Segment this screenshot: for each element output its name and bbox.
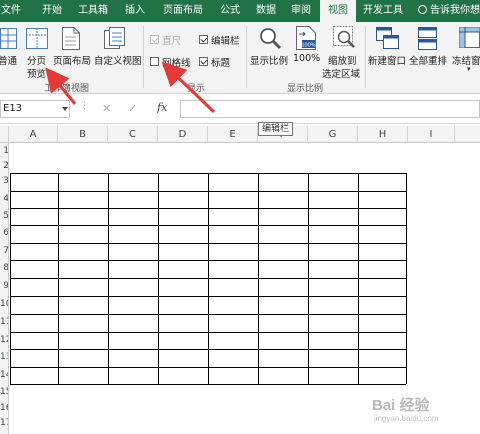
row-heading-7[interactable]: 7 xyxy=(0,246,8,260)
row-heading-13[interactable]: 13 xyxy=(0,352,8,366)
watermark-text: Bai 经验 xyxy=(372,396,431,414)
row-heading-1[interactable]: 1 xyxy=(0,146,8,160)
tab-view[interactable]: 视图 xyxy=(320,0,356,22)
tab-review[interactable]: 审阅 xyxy=(285,0,317,22)
formula-bar-area: E13 ⋮ ✕ ✓ fx xyxy=(0,94,480,124)
row-heading-12[interactable]: 12 xyxy=(0,335,8,349)
gridlines-label: 网格线 xyxy=(162,58,191,69)
ribbon-view: 普通 分页 预览 页面布局 自定义视图 工作簿视图 直尺 编辑栏 网格线 标题 … xyxy=(0,22,480,94)
freeze-panes-button[interactable]: 冻结窗格 xyxy=(452,53,480,67)
arrange-all-icon[interactable] xyxy=(418,27,438,50)
formula-bar-label: 编辑栏 xyxy=(211,36,240,47)
name-box[interactable]: E13 xyxy=(0,100,70,118)
row-heading-9[interactable]: 9 xyxy=(0,281,8,295)
zoom-to-selection-label-1[interactable]: 缩放到 xyxy=(328,53,357,67)
group-label-workbook-views: 工作簿视图 xyxy=(44,84,90,94)
new-window-icon[interactable] xyxy=(376,27,400,50)
normal-view-button[interactable]: 普通 xyxy=(0,53,17,67)
custom-views-button[interactable]: 自定义视图 xyxy=(94,53,142,67)
row-heading-10[interactable]: 10 xyxy=(0,299,8,313)
freeze-panes-dropdown-arrow-icon[interactable]: ▾ xyxy=(467,65,471,73)
insert-function-icon[interactable]: fx xyxy=(157,101,167,114)
custom-views-icon[interactable] xyxy=(104,27,126,50)
ruler-label: 直尺 xyxy=(162,36,182,47)
tab-toolbox[interactable]: 工具箱 xyxy=(73,0,113,22)
ruler-checkbox[interactable] xyxy=(150,35,159,44)
zoom-100-icon[interactable]: 100% xyxy=(296,26,316,50)
watermark-subtext: jingyan.baidu.com xyxy=(373,414,439,423)
enter-icon[interactable]: ✓ xyxy=(128,102,137,115)
formula-input[interactable] xyxy=(180,100,480,118)
column-headings: ABCDEFGHI xyxy=(0,126,480,143)
tab-developer[interactable]: 开发工具 xyxy=(358,0,408,22)
name-box-dropdown-icon[interactable] xyxy=(62,107,68,111)
row-heading-4[interactable]: 4 xyxy=(0,194,8,208)
column-heading-a[interactable]: A xyxy=(9,126,58,143)
select-all-corner[interactable] xyxy=(0,126,9,143)
row-heading-3[interactable]: 3 xyxy=(0,176,8,190)
group-label-show: 显示 xyxy=(187,84,206,94)
column-heading-h[interactable]: H xyxy=(358,126,408,143)
group-separator xyxy=(143,26,144,88)
row-heading-11[interactable]: 11 xyxy=(0,317,8,331)
zoom-100-icon-text: 100% xyxy=(301,43,315,49)
ribbon-tab-bar: 文件 开始 工具箱 插入 页面布局 公式 数据 审阅 视图 开发工具 告诉我你想 xyxy=(0,0,480,22)
row-headings: 1234567891011121314151617 xyxy=(0,143,9,434)
column-heading-e[interactable]: E xyxy=(208,126,258,143)
zoom-to-selection-icon[interactable] xyxy=(333,26,355,50)
normal-view-icon[interactable] xyxy=(0,28,18,50)
row-heading-17[interactable]: 17 xyxy=(0,418,8,432)
page-layout-view-icon[interactable] xyxy=(62,27,80,50)
row-heading-2[interactable]: 2 xyxy=(0,161,8,175)
row-heading-6[interactable]: 6 xyxy=(0,228,8,242)
row-heading-8[interactable]: 8 xyxy=(0,263,8,277)
row-heading-15[interactable]: 15 xyxy=(0,387,8,401)
column-heading-i[interactable]: I xyxy=(408,126,455,143)
tab-home[interactable]: 开始 xyxy=(32,0,72,22)
cancel-icon[interactable]: ✕ xyxy=(102,102,111,115)
gridlines-checkbox[interactable] xyxy=(150,57,159,66)
column-heading-c[interactable]: C xyxy=(108,126,158,143)
row-heading-14[interactable]: 14 xyxy=(0,370,8,384)
freeze-panes-icon[interactable] xyxy=(459,27,480,50)
tell-me-search[interactable]: 告诉我你想 xyxy=(418,0,480,22)
column-heading-b[interactable]: B xyxy=(58,126,108,143)
lightbulb-icon xyxy=(418,5,427,14)
zoom-to-selection-label-2[interactable]: 选定区域 xyxy=(322,66,360,80)
page-layout-view-button[interactable]: 页面布局 xyxy=(53,53,91,67)
magnifier-icon[interactable] xyxy=(259,27,281,50)
baidu-watermark-logo: Bai 经验 jingyan.baidu.com xyxy=(372,396,439,423)
worksheet-cells[interactable] xyxy=(10,143,480,434)
headings-label: 标题 xyxy=(211,58,231,69)
tab-formulas[interactable]: 公式 xyxy=(212,0,248,22)
tooltip-formula-bar: 编辑栏 xyxy=(258,122,294,136)
tell-me-label: 告诉我你想 xyxy=(430,5,480,16)
tab-insert[interactable]: 插入 xyxy=(118,0,152,22)
tab-data[interactable]: 数据 xyxy=(250,0,282,22)
page-break-preview-label-2[interactable]: 预览 xyxy=(27,66,46,80)
zoom-100-button[interactable]: 100% xyxy=(293,53,320,64)
arrange-all-button[interactable]: 全部重排 xyxy=(409,53,447,67)
page-break-preview-label-1[interactable]: 分页 xyxy=(27,53,46,67)
group-label-zoom: 显示比例 xyxy=(287,84,324,94)
new-window-button[interactable]: 新建窗口 xyxy=(368,53,406,67)
page-break-preview-icon[interactable] xyxy=(26,28,48,50)
tab-page-layout[interactable]: 页面布局 xyxy=(157,0,209,22)
zoom-button[interactable]: 显示比例 xyxy=(250,53,288,67)
headings-checkbox[interactable] xyxy=(199,57,208,66)
group-separator xyxy=(365,26,366,88)
group-separator xyxy=(246,26,247,88)
column-heading-d[interactable]: D xyxy=(158,126,208,143)
column-heading-g[interactable]: G xyxy=(308,126,358,143)
tab-file[interactable]: 文件 xyxy=(0,0,26,22)
row-heading-16[interactable]: 16 xyxy=(0,403,8,417)
formula-bar-checkbox[interactable] xyxy=(199,35,208,44)
row-heading-5[interactable]: 5 xyxy=(0,211,8,225)
drag-handle-icon[interactable]: ⋮ xyxy=(80,101,89,111)
